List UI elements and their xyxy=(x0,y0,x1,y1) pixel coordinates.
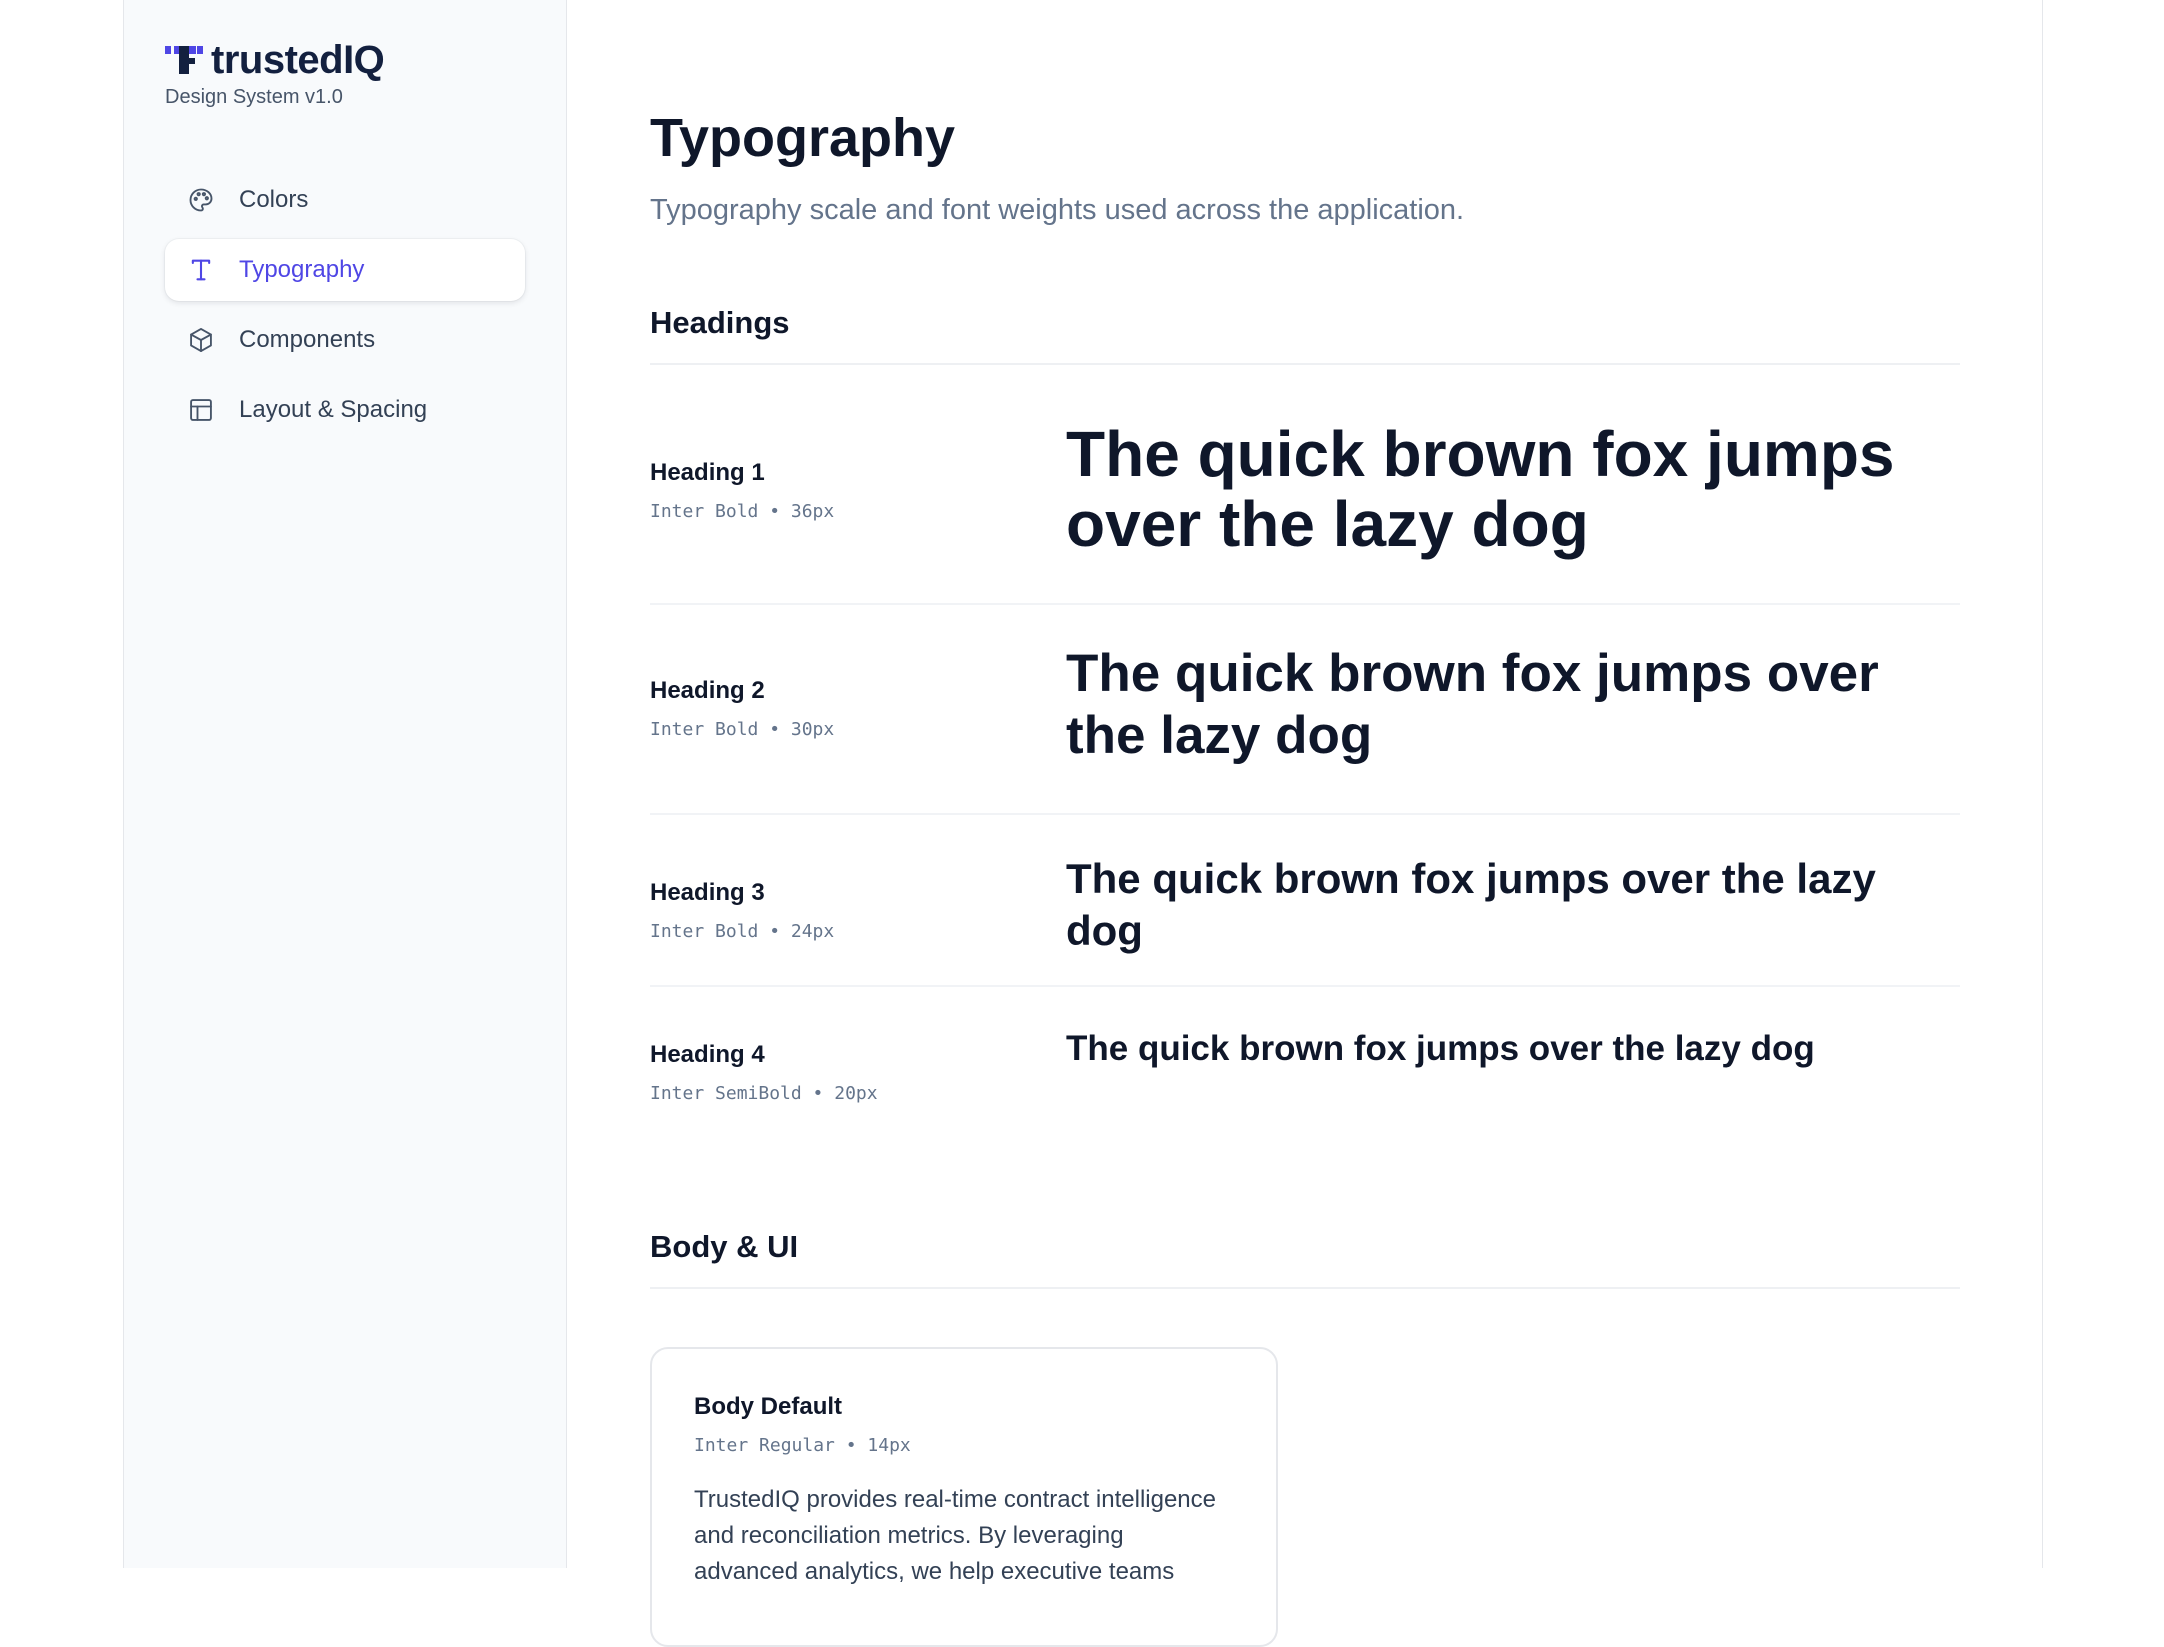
app-window: trustedIQ Design System v1.0 Colors Typo… xyxy=(123,0,2043,1647)
headings-section: Headings Heading 1 Inter Bold • 36px The… xyxy=(650,305,1960,1147)
type-name: Heading 2 xyxy=(650,677,765,704)
type-row-heading-1: Heading 1 Inter Bold • 36px The quick br… xyxy=(650,365,1960,605)
brand-logo[interactable]: trustedIQ xyxy=(165,37,525,82)
section-title-body-ui: Body & UI xyxy=(650,1229,1960,1289)
type-icon xyxy=(191,259,211,281)
type-row-heading-3: Heading 3 Inter Bold • 24px The quick br… xyxy=(650,815,1960,987)
card-spec: Inter Regular • 14px xyxy=(694,1435,911,1456)
palette-icon xyxy=(189,188,213,212)
type-meta: Heading 3 Inter Bold • 24px xyxy=(650,853,1066,985)
card-sample-text: TrustedIQ provides real-time contract in… xyxy=(694,1486,1216,1585)
sidebar-item-label: Layout & Spacing xyxy=(239,396,428,423)
type-spec: Inter Bold • 24px xyxy=(650,921,835,942)
type-row-heading-2: Heading 2 Inter Bold • 30px The quick br… xyxy=(650,605,1960,815)
sidebar-nav: Colors Typography Components Layout & Sp… xyxy=(165,169,525,441)
sidebar-item-typography[interactable]: Typography xyxy=(165,239,525,301)
type-spec: Inter Bold • 36px xyxy=(650,501,835,522)
type-meta: Heading 4 Inter SemiBold • 20px xyxy=(650,1027,1066,1147)
brand-subtitle: Design System v1.0 xyxy=(165,86,343,108)
sidebar-item-colors[interactable]: Colors xyxy=(165,169,525,231)
type-card-body-default: Body Default Inter Regular • 14px Truste… xyxy=(650,1347,1278,1647)
sidebar: trustedIQ Design System v1.0 Colors Typo… xyxy=(124,0,567,1568)
main-content: Typography Typography scale and font wei… xyxy=(567,0,2042,1647)
type-sample-heading-3: The quick brown fox jumps over the lazy … xyxy=(1066,855,1876,954)
page-title: Typography xyxy=(650,108,956,168)
card-title: Body Default xyxy=(694,1393,843,1420)
sidebar-item-label: Colors xyxy=(239,186,309,213)
sidebar-item-components[interactable]: Components xyxy=(165,309,525,371)
type-name: Heading 1 xyxy=(650,459,765,486)
type-sample-heading-1: The quick brown fox jumps over the lazy … xyxy=(1066,418,1895,560)
type-sample-heading-4: The quick brown fox jumps over the lazy … xyxy=(1066,1029,1815,1068)
type-row-heading-4: Heading 4 Inter SemiBold • 20px The quic… xyxy=(650,987,1960,1147)
body-ui-section: Body & UI Body Default Inter Regular • 1… xyxy=(650,1229,1960,1647)
sidebar-item-layout-spacing[interactable]: Layout & Spacing xyxy=(165,379,525,441)
page-subtitle: Typography scale and font weights used a… xyxy=(650,194,1465,226)
type-meta: Heading 2 Inter Bold • 30px xyxy=(650,643,1066,813)
type-spec: Inter Bold • 30px xyxy=(650,719,835,740)
type-name: Heading 4 xyxy=(650,1041,765,1068)
sidebar-item-label: Typography xyxy=(239,256,365,283)
type-meta: Heading 1 Inter Bold • 36px xyxy=(650,419,1066,603)
sidebar-item-label: Components xyxy=(239,326,376,353)
type-name: Heading 3 xyxy=(650,879,765,906)
type-spec: Inter SemiBold • 20px xyxy=(650,1083,878,1104)
brand-name: trustedIQ xyxy=(211,37,385,82)
layout-icon xyxy=(190,399,212,421)
type-sample-heading-2: The quick brown fox jumps over the lazy … xyxy=(1066,644,1879,765)
cube-icon xyxy=(190,327,212,353)
trustediq-logo-icon xyxy=(165,46,203,74)
section-title-headings: Headings xyxy=(650,305,1960,365)
